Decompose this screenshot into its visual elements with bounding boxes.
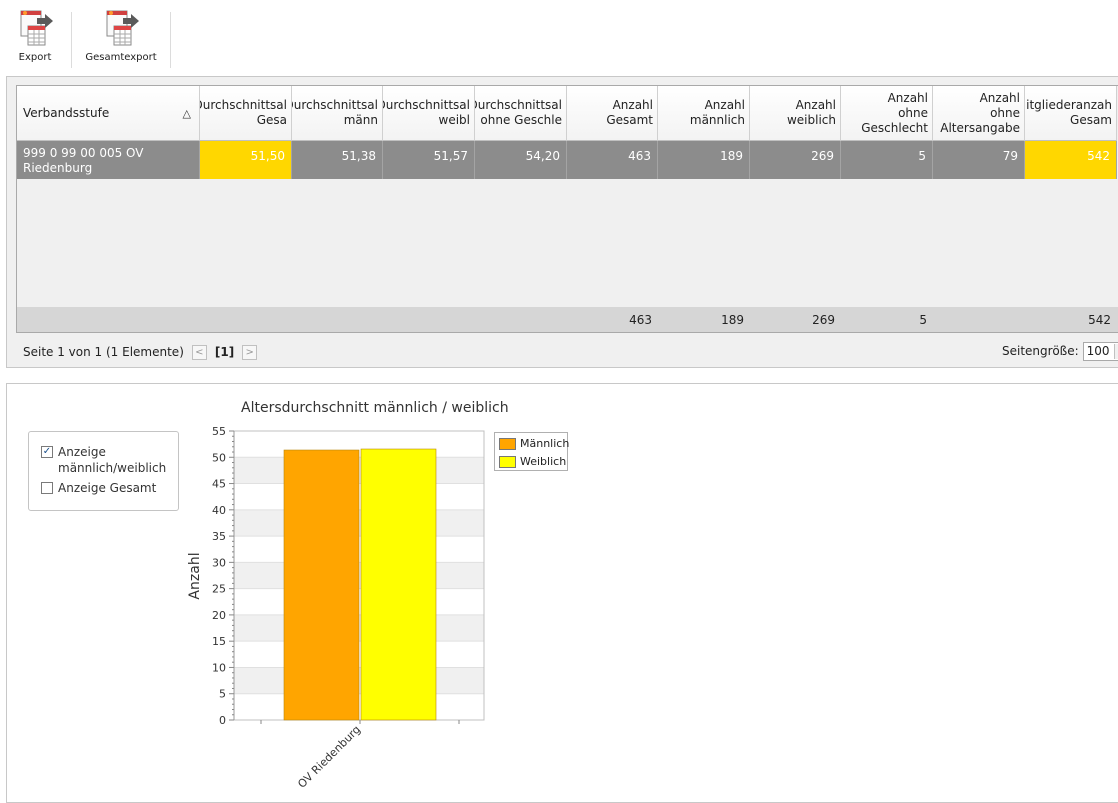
page-size-label: Seitengröße:	[1002, 344, 1079, 358]
column-header-avg-male[interactable]: Durchschnittsal männ	[292, 86, 383, 141]
chevron-left-icon[interactable]: <	[191, 344, 207, 360]
cell-avg-total: 51,50	[200, 141, 292, 179]
page-size: Seitengröße: 100 ▼	[1002, 341, 1118, 361]
cell-members-total: 542	[1025, 141, 1117, 179]
chart-y-tick-label: 10	[212, 661, 226, 674]
sort-ascending-icon[interactable]: △	[183, 106, 191, 121]
total-verbandsstufe	[17, 307, 200, 332]
legend-swatch-male	[499, 437, 516, 450]
legend-item-male: Männlich	[499, 437, 569, 450]
option-show-male-female-label: Anzeige männlich/weiblich	[58, 445, 167, 475]
option-show-male-female[interactable]: ✓ Anzeige männlich/weiblich	[41, 444, 168, 476]
cell-count-male: 189	[658, 141, 750, 179]
chart-y-tick-label: 40	[212, 504, 226, 517]
column-header-label: Verbandsstufe	[23, 105, 110, 120]
chart-y-tick-label: 0	[219, 714, 226, 727]
option-show-total-label: Anzeige Gesamt	[58, 481, 157, 495]
column-header-avg-female[interactable]: Durchschnittsal weibl	[383, 86, 475, 141]
total-avg-no-gender	[475, 307, 567, 332]
chevron-down-icon[interactable]: ▼	[1113, 343, 1118, 359]
chart-legend: Männlich Weiblich	[494, 432, 569, 471]
grid-header-row: Verbandsstufe △ Durchschnittsal Gesa Dur…	[17, 86, 1117, 141]
chart-title: Altersdurchschnitt männlich / weiblich	[241, 400, 509, 416]
cell-count-no-age: 79	[933, 141, 1025, 179]
cell-avg-no-gender: 54,20	[475, 141, 567, 179]
cell-verbandsstufe: 999 0 99 00 005 OV Riedenburg	[17, 141, 200, 179]
total-count-male: 189	[721, 313, 744, 327]
total-avg-female	[383, 307, 475, 332]
legend-swatch-female	[499, 455, 516, 468]
export-label: Export	[18, 52, 52, 63]
legend-label-male: Männlich	[520, 437, 570, 450]
column-header-count-no-age[interactable]: Anzahl ohne Altersangabe	[933, 86, 1025, 141]
column-header-avg-no-gender[interactable]: Durchschnittsal ohne Geschle	[475, 86, 567, 141]
total-count-no-gender: 5	[919, 313, 927, 327]
column-header-count-total[interactable]: Anzahl Gesamt	[567, 86, 658, 141]
chart-options: ✓ Anzeige männlich/weiblich Anzeige Gesa…	[28, 431, 179, 511]
chart-y-tick-label: 30	[212, 556, 226, 569]
chart-y-tick-label: 35	[212, 530, 226, 543]
cell-count-no-gender: 5	[841, 141, 933, 179]
column-header-avg-total[interactable]: Durchschnittsal Gesa	[200, 86, 292, 141]
toolbar-separator	[170, 12, 171, 68]
total-count-no-age	[933, 307, 1025, 332]
gesamtexport-button[interactable]: Gesamtexport	[84, 8, 158, 63]
checkbox-show-total[interactable]	[41, 482, 53, 494]
export-button[interactable]: Export	[12, 8, 58, 63]
chart-y-tick-label: 25	[212, 583, 226, 596]
bar-chart: 0 5 10 15 20 25 30 35 40 45 50 55 OV Riedenburg Anzah…	[187, 425, 485, 791]
totals-row: 463 189 269 5 542	[17, 307, 1118, 332]
column-header-count-no-gender[interactable]: Anzahl ohne Geschlecht	[841, 86, 933, 141]
legend-label-female: Weiblich	[520, 455, 567, 468]
data-grid: Verbandsstufe △ Durchschnittsal Gesa Dur…	[16, 85, 1118, 333]
pager: Seite 1 von 1 (1 Elemente) < [1] >	[23, 343, 261, 361]
column-header-members-total[interactable]: Mitgliederanzah Gesam	[1025, 86, 1117, 141]
export-icon	[20, 10, 53, 46]
cell-count-total: 463	[567, 141, 658, 179]
checkbox-show-male-female[interactable]: ✓	[41, 446, 53, 458]
chart-bar-männlich	[283, 449, 360, 721]
chart-bar-weiblich	[360, 448, 437, 721]
chart-y-tick-label: 20	[212, 609, 226, 622]
toolbar: Export Gesamtexport	[0, 0, 1118, 76]
cell-avg-female: 51,57	[383, 141, 475, 179]
pager-current-page[interactable]: [1]	[215, 345, 234, 359]
cell-avg-male: 51,38	[292, 141, 383, 179]
chart-y-tick-label: 50	[212, 451, 226, 464]
total-members-total: 542	[1088, 313, 1111, 327]
total-avg-total	[200, 307, 292, 332]
column-header-count-female[interactable]: Anzahl weiblich	[750, 86, 841, 141]
pager-info: Seite 1 von 1 (1 Elemente)	[23, 345, 184, 359]
total-count-total: 463	[629, 313, 652, 327]
page-size-select[interactable]: 100 ▼	[1082, 341, 1118, 361]
chart-x-category-label: OV Riedenburg	[295, 723, 363, 791]
table-row[interactable]: 999 0 99 00 005 OV Riedenburg 51,50 51,3…	[17, 141, 1117, 179]
chart-y-axis-label: Anzahl	[187, 552, 203, 599]
page-size-value: 100	[1086, 344, 1110, 358]
export-all-icon	[106, 10, 139, 46]
chart-panel: ✓ Anzeige männlich/weiblich Anzeige Gesa…	[6, 383, 1118, 803]
chart-y-tick-label: 55	[212, 425, 226, 438]
option-show-total[interactable]: Anzeige Gesamt	[41, 480, 168, 496]
legend-item-female: Weiblich	[499, 455, 566, 468]
chart-y-tick-label: 5	[219, 688, 226, 701]
grid-panel: Verbandsstufe △ Durchschnittsal Gesa Dur…	[6, 76, 1118, 368]
column-header-count-male[interactable]: Anzahl männlich	[658, 86, 750, 141]
toolbar-separator	[71, 12, 72, 68]
chart-y-tick-label: 15	[212, 635, 226, 648]
chart-y-tick-label: 45	[212, 478, 226, 491]
chevron-right-icon[interactable]: >	[242, 344, 258, 360]
total-avg-male	[292, 307, 383, 332]
cell-count-female: 269	[750, 141, 841, 179]
gesamtexport-label: Gesamtexport	[85, 52, 157, 63]
column-header-verbandsstufe[interactable]: Verbandsstufe △	[17, 86, 200, 141]
total-count-female: 269	[812, 313, 835, 327]
